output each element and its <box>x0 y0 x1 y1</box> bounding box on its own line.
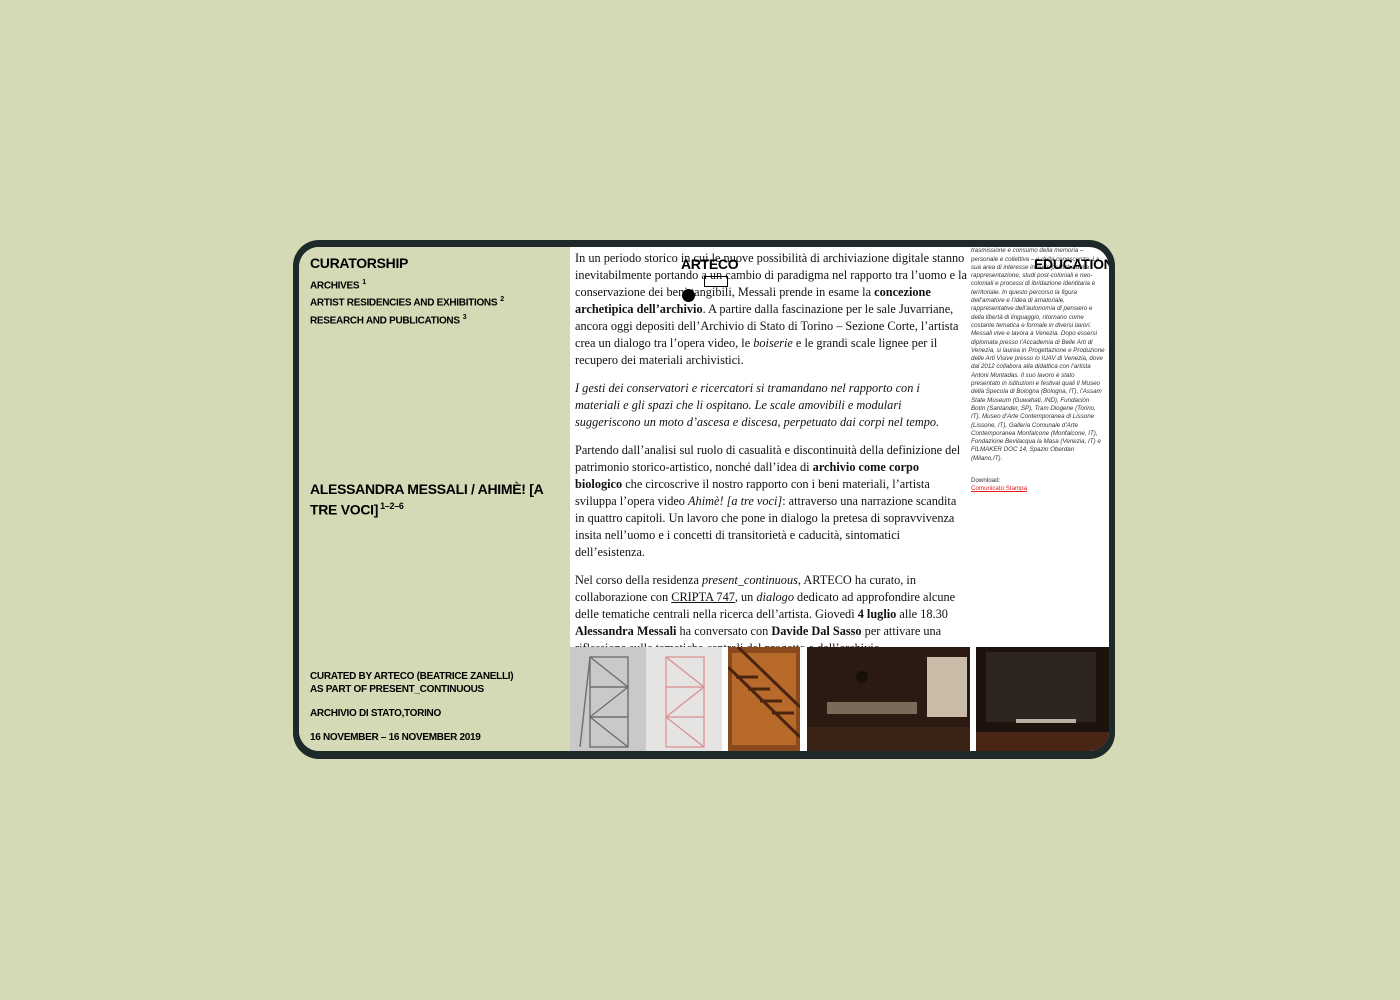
paragraph: Nel corso della residenza present_contin… <box>575 573 956 647</box>
article-text: In un periodo storico in cui le nuove po… <box>575 247 967 647</box>
section-heading: CURATORSHIP <box>310 255 409 271</box>
press-release-link[interactable]: Comunicato Stampa <box>971 485 1105 493</box>
venue: ARCHIVIO DI STATO,TORINO <box>310 708 441 719</box>
sub-nav: ARCHIVES 1 ARTIST RESIDENCIES AND EXHIBIT… <box>310 276 504 328</box>
screen: CURATORSHIP ARCHIVES 1 ARTIST RESIDENCIES… <box>299 247 1109 751</box>
paragraph: In un periodo storico in cui le nuove po… <box>575 251 967 367</box>
education-link[interactable]: EDUCATION <box>1034 256 1109 272</box>
gallery-image[interactable] <box>976 647 1109 751</box>
project-refs: 1–2–6 <box>380 501 404 511</box>
paragraph: Partendo dall’analisi sul ruolo di casua… <box>575 443 961 559</box>
gallery-image[interactable] <box>570 647 722 751</box>
nav-item-research[interactable]: RESEARCH AND PUBLICATIONS 3 <box>310 311 504 328</box>
nav-item-archives[interactable]: ARCHIVES 1 <box>310 276 504 293</box>
left-panel: CURATORSHIP ARCHIVES 1 ARTIST RESIDENCIES… <box>299 247 570 751</box>
project-title: ALESSANDRA MESSALI / AHIMÈ! [A TRE VOCI]… <box>310 481 543 518</box>
bio-text: indagine sul processo di definizione, tr… <box>971 247 1105 462</box>
gallery-image[interactable] <box>728 647 800 751</box>
brand-logo[interactable]: ARTECO <box>681 256 739 272</box>
paragraph-quote: I gesti dei conservatori e ricercatori s… <box>575 381 940 429</box>
image-gallery <box>570 647 1109 751</box>
download-label: Download: <box>971 477 1001 485</box>
nav-item-residencies[interactable]: ARTIST RESIDENCIES AND EXHIBITIONS 2 <box>310 293 504 310</box>
gallery-image[interactable] <box>807 647 970 751</box>
cripta-link[interactable]: CRIPTA 747 <box>671 590 735 604</box>
dates: 16 NOVEMBER – 16 NOVEMBER 2019 <box>310 732 481 743</box>
menu-box-icon[interactable] <box>704 276 728 287</box>
curated-by: CURATED BY ARTECO (BEATRICE ZANELLI) AS … <box>310 671 514 695</box>
artist-bio: indagine sul processo di definizione, tr… <box>971 247 1105 647</box>
cursor-dot-icon <box>682 289 695 302</box>
